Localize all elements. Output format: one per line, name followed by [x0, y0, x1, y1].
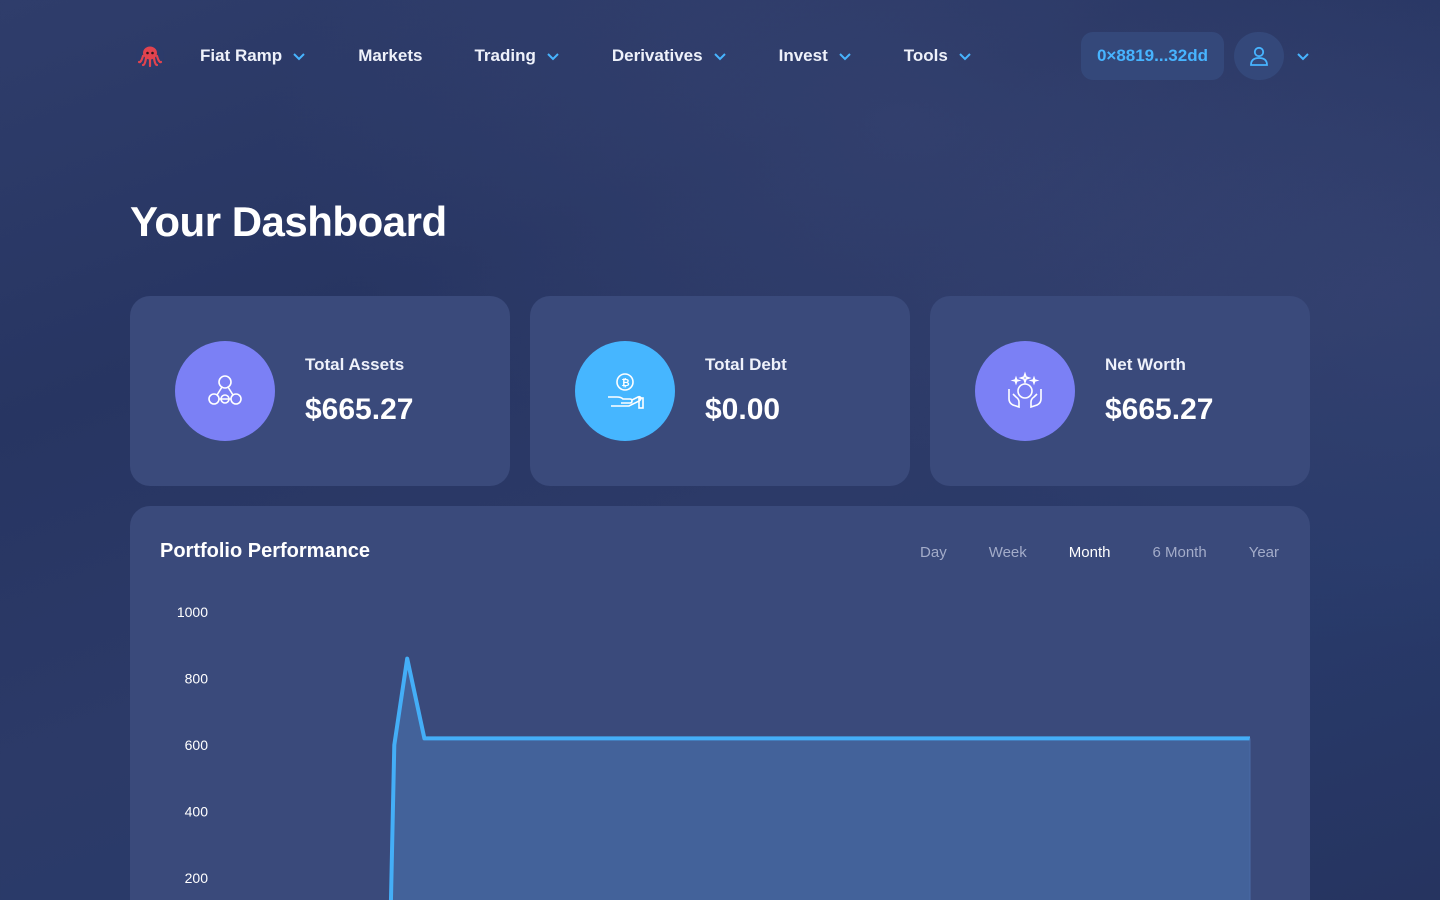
svg-text:₿: ₿	[622, 377, 630, 389]
user-icon[interactable]	[1234, 32, 1284, 80]
octopus-icon[interactable]	[130, 36, 170, 76]
card-label: Total Debt	[705, 355, 787, 374]
y-tick-label: 1000	[177, 604, 208, 620]
chevron-down-icon	[713, 53, 726, 61]
portfolio-performance-panel: 1000 800 600 400 200 Portfolio Performance D…	[130, 506, 1310, 900]
chevron-down-icon	[293, 53, 305, 61]
nav-item-markets[interactable]: Markets	[358, 46, 422, 66]
nav-item-label: Tools	[903, 46, 948, 65]
nav-item-trading[interactable]: Trading	[474, 46, 559, 66]
y-tick-label: 600	[185, 737, 209, 753]
card-label: Net Worth	[1105, 355, 1186, 374]
card-value: $0.00	[705, 393, 781, 426]
chevron-down-icon	[959, 53, 971, 61]
nav-right: 0×8819...32dd	[1080, 32, 1310, 80]
nav-item-label: Trading	[474, 46, 536, 65]
card-value: $665.27	[305, 393, 414, 426]
chevron-down-icon[interactable]	[1296, 49, 1310, 63]
page-title: Your Dashboard	[130, 198, 447, 245]
tab-week[interactable]: Week	[989, 544, 1027, 561]
y-tick-label: 400	[185, 804, 209, 820]
panel-title: Portfolio Performance	[160, 540, 371, 562]
coin-hand-icon: ₿	[575, 341, 675, 441]
hands-coin-icon	[975, 341, 1075, 441]
nav-item-label: Derivatives	[611, 46, 703, 65]
card-value: $665.27	[1105, 393, 1214, 426]
net-worth-card: Net Worth $665.27	[930, 296, 1310, 486]
series-area	[390, 658, 1250, 900]
nav-item-label: Fiat Ramp	[200, 46, 283, 65]
total-assets-card: Total Assets $665.27	[130, 296, 510, 486]
chevron-down-icon	[547, 53, 559, 61]
tab-year[interactable]: Year	[1249, 544, 1279, 561]
chevron-down-icon	[839, 53, 851, 61]
wallet-address-button[interactable]: 0×8819...32dd	[1080, 32, 1224, 80]
nav-item-label: Markets	[358, 46, 423, 65]
range-tabs: Day Week Month 6 Month Year	[878, 544, 1279, 561]
portfolio-chart: 1000 800 600 400 200	[177, 604, 1251, 900]
card-label: Total Assets	[305, 355, 405, 374]
stat-cards: Total Assets $665.27 ₿ Total Debt $0.00	[130, 296, 1310, 486]
nodes-icon	[175, 341, 275, 441]
y-tick-label: 800	[185, 671, 209, 687]
nav-item-fiat-ramp[interactable]: Fiat Ramp	[200, 46, 306, 66]
nav-item-invest[interactable]: Invest	[779, 46, 852, 66]
tab-6-month[interactable]: 6 Month	[1152, 544, 1206, 561]
y-tick-label: 200	[185, 870, 209, 886]
top-nav: Fiat Ramp Markets Trading Derivatives Invest…	[130, 32, 1310, 80]
nav-item-tools[interactable]: Tools	[904, 46, 972, 66]
tab-day[interactable]: Day	[920, 544, 947, 561]
total-debt-card: ₿ Total Debt $0.00	[530, 296, 910, 486]
nav-item-label: Invest	[778, 46, 828, 65]
tab-month[interactable]: Month	[1069, 544, 1111, 561]
nav-item-derivatives[interactable]: Derivatives	[612, 46, 727, 66]
